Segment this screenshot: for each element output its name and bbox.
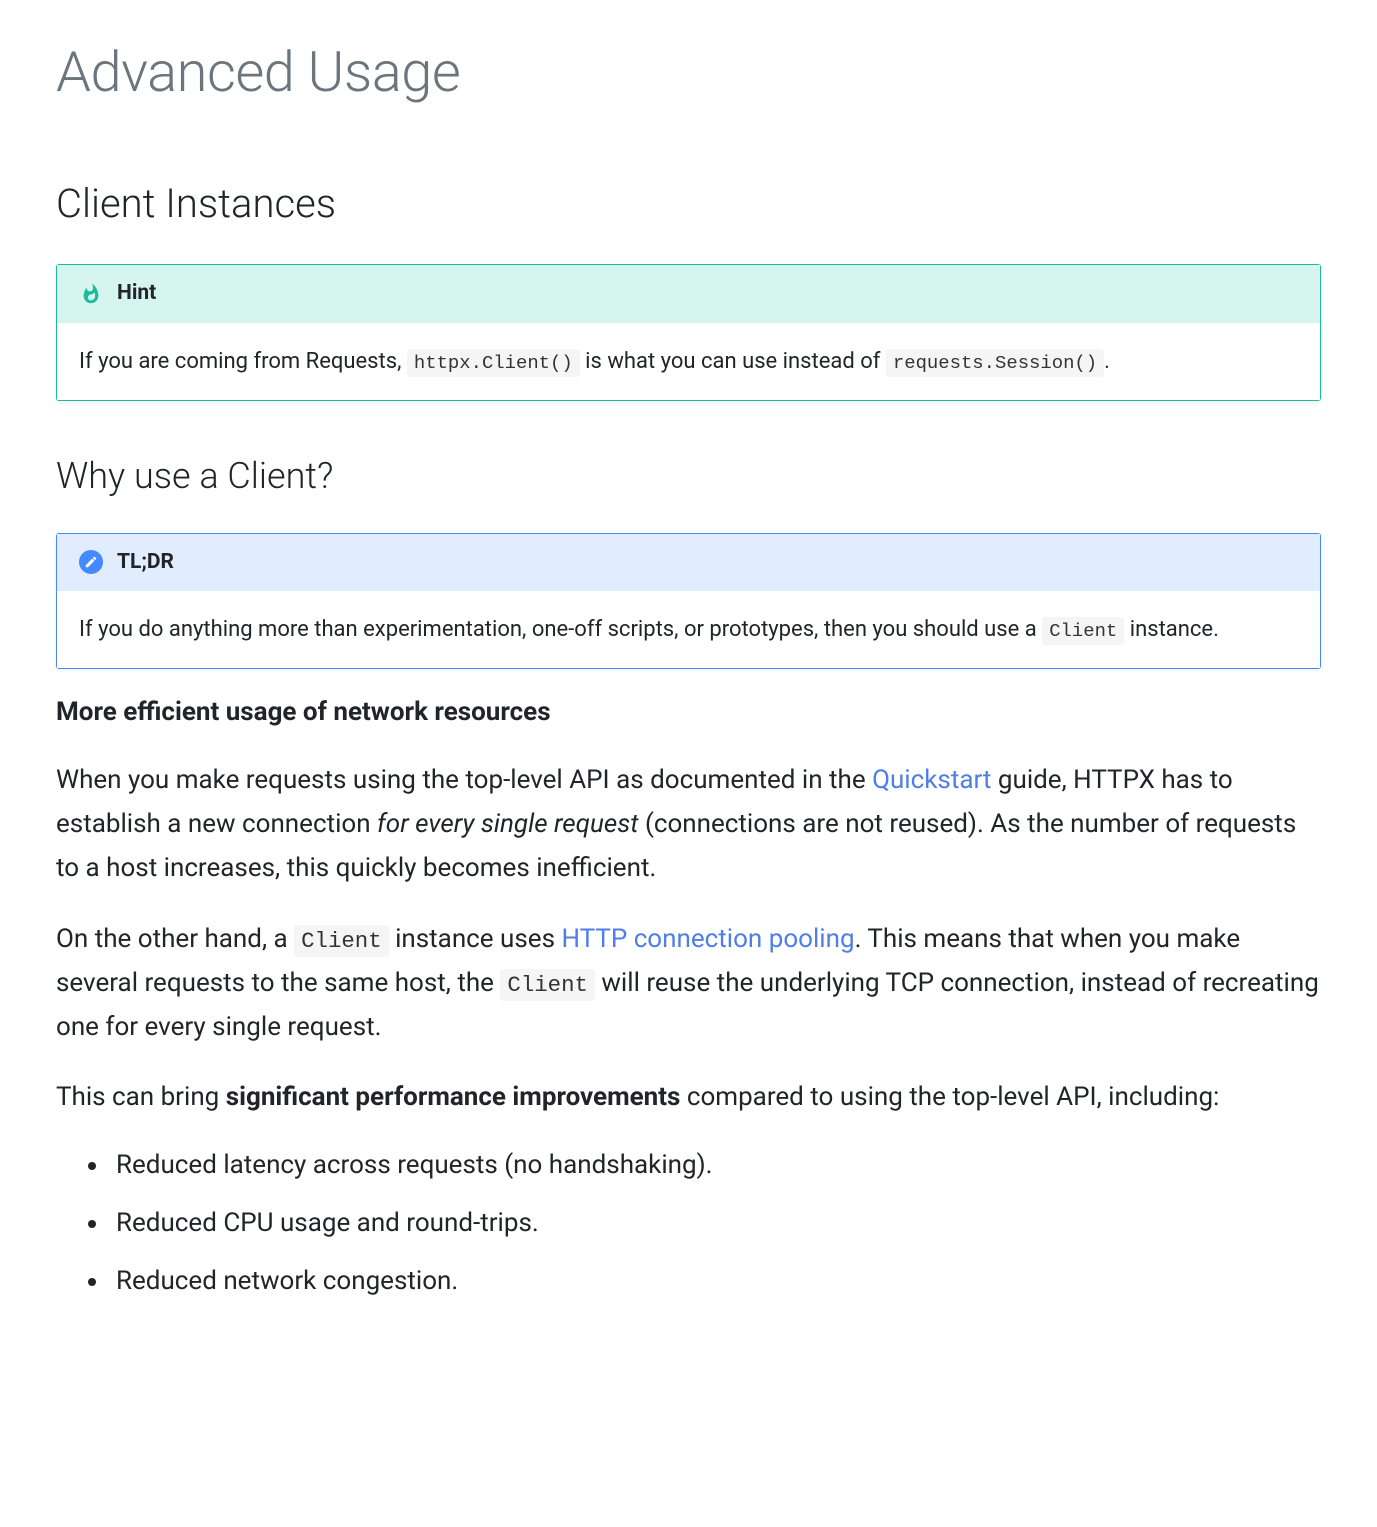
list-item: Reduced latency across requests (no hand… bbox=[110, 1145, 1321, 1187]
tldr-admonition: TL;DR If you do anything more than exper… bbox=[56, 533, 1321, 670]
body-text: instance uses bbox=[389, 924, 562, 954]
code-requests-session: requests.Session() bbox=[886, 349, 1104, 377]
list-item: Reduced CPU usage and round-trips. bbox=[110, 1203, 1321, 1245]
pencil-icon bbox=[79, 550, 103, 574]
section-heading-client-instances: Client Instances bbox=[56, 174, 1321, 234]
strong-text: significant performance improvements bbox=[226, 1082, 681, 1112]
hint-admonition: Hint If you are coming from Requests, ht… bbox=[56, 264, 1321, 401]
emphasis-text: for every single request bbox=[377, 809, 638, 839]
body-text: compared to using the top-level API, inc… bbox=[680, 1082, 1219, 1112]
body-text: On the other hand, a bbox=[56, 924, 294, 954]
link-connection-pooling[interactable]: HTTP connection pooling bbox=[561, 924, 854, 954]
code-client-inline: Client bbox=[294, 925, 389, 957]
page-title: Advanced Usage bbox=[56, 30, 1321, 114]
section-heading-why-use-client: Why use a Client? bbox=[56, 449, 1321, 503]
tldr-body: If you do anything more than experimenta… bbox=[57, 591, 1320, 668]
link-quickstart[interactable]: Quickstart bbox=[872, 765, 991, 795]
tldr-text: instance. bbox=[1124, 617, 1219, 642]
paragraph-performance: This can bring significant performance i… bbox=[56, 1075, 1321, 1119]
subheading-efficient-usage: More efficient usage of network resource… bbox=[56, 693, 1321, 732]
tldr-label: TL;DR bbox=[117, 547, 174, 579]
hint-body: If you are coming from Requests, httpx.C… bbox=[57, 323, 1320, 400]
body-text: This can bring bbox=[56, 1082, 226, 1112]
paragraph-quickstart: When you make requests using the top-lev… bbox=[56, 758, 1321, 891]
code-client: Client bbox=[1042, 617, 1124, 645]
code-httpx-client: httpx.Client() bbox=[407, 349, 580, 377]
hint-text: If you are coming from Requests, bbox=[79, 349, 407, 374]
list-item: Reduced network congestion. bbox=[110, 1261, 1321, 1303]
body-text: When you make requests using the top-lev… bbox=[56, 765, 872, 795]
benefits-list: Reduced latency across requests (no hand… bbox=[56, 1145, 1321, 1302]
tldr-text: If you do anything more than experimenta… bbox=[79, 617, 1042, 642]
hint-title-bar: Hint bbox=[57, 265, 1320, 323]
tldr-title-bar: TL;DR bbox=[57, 534, 1320, 592]
hint-label: Hint bbox=[117, 278, 156, 310]
paragraph-pooling: On the other hand, a Client instance use… bbox=[56, 917, 1321, 1050]
hint-text: is what you can use instead of bbox=[580, 349, 886, 374]
hint-text: . bbox=[1104, 349, 1110, 374]
flame-icon bbox=[79, 282, 103, 306]
code-client-inline-2: Client bbox=[500, 969, 595, 1001]
